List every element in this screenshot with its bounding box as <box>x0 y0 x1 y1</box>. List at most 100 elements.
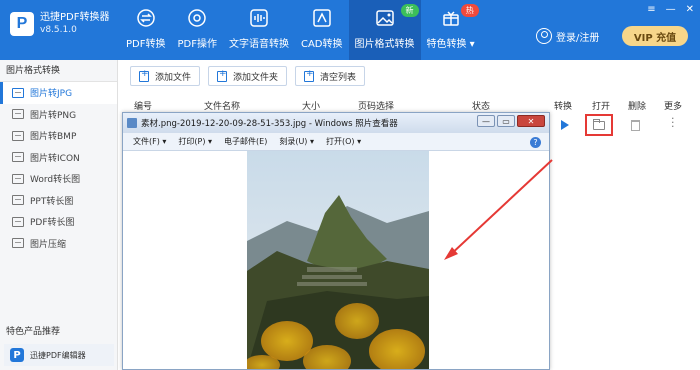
sidebar-item-compress[interactable]: 图片压缩 <box>0 233 117 255</box>
col-page-select: 页码选择 <box>358 102 395 112</box>
menu-open[interactable]: 打开(O) ▾ <box>326 136 361 147</box>
nav-label: 文字语音转换 <box>228 39 289 50</box>
top-bar: P 迅捷PDF转换器 v8.5.1.0 PDF转换 PDF操作 文字语音转换 C… <box>0 0 700 60</box>
sidebar-item-label: 图片转ICON <box>30 153 80 164</box>
more-icon[interactable]: · · · <box>671 113 675 132</box>
nav-text-speech[interactable]: 文字语音转换 <box>223 0 295 60</box>
app-logo-icon: P <box>10 12 34 36</box>
minimize-icon[interactable]: — <box>666 4 676 15</box>
vip-recharge-button[interactable]: VIP 充值 <box>622 26 688 46</box>
sidebar-title: 图片格式转换 <box>0 60 117 82</box>
clear-list-button[interactable]: 清空列表 <box>295 66 366 86</box>
menu-burn[interactable]: 刻录(U) ▾ <box>279 136 314 147</box>
sidebar: 图片格式转换 图片转JPG 图片转PNG 图片转BMP 图片转ICON Word… <box>0 60 118 370</box>
col-delete: 删除 <box>628 102 647 112</box>
sidebar-item-label: 图片转PNG <box>30 110 77 121</box>
image-icon <box>374 7 396 29</box>
nav-image-convert[interactable]: 新 图片格式转换 <box>348 0 421 60</box>
sidebar-item-bmp[interactable]: 图片转BMP <box>0 125 117 147</box>
image-file-icon <box>12 152 24 163</box>
nav-label: PDF转换 <box>126 39 166 50</box>
sidebar-item-pdf-long[interactable]: PDF转长图 <box>0 211 117 233</box>
help-icon[interactable]: ? <box>530 137 541 148</box>
add-folder-button[interactable]: 添加文件夹 <box>208 66 288 86</box>
login-button[interactable]: 登录/注册 <box>536 28 599 44</box>
nav-label: PDF操作 <box>177 39 217 50</box>
nav-special-convert[interactable]: 热 特色转换 ▾ <box>421 0 481 60</box>
sidebar-item-label: 图片转BMP <box>30 132 77 143</box>
viewer-menubar: 文件(F) ▾ 打印(P) ▾ 电子邮件(E) 刻录(U) ▾ 打开(O) ▾ <box>123 133 549 151</box>
clear-list-label: 清空列表 <box>320 72 357 83</box>
viewer-titlebar[interactable]: 素材.png-2019-12-20-09-28-51-353.jpg - Win… <box>123 113 549 133</box>
file-toolbar: 添加文件 添加文件夹 清空列表 <box>130 66 366 86</box>
menu-icon[interactable]: ≡ <box>647 4 655 15</box>
col-size: 大小 <box>302 102 321 112</box>
nav-label: CAD转换 <box>300 39 343 50</box>
image-file-icon <box>12 87 24 98</box>
add-file-icon <box>139 69 149 82</box>
add-folder-label: 添加文件夹 <box>233 72 279 83</box>
feature-title: 特色产品推荐 <box>6 327 61 337</box>
nav-label: 特色转换 ▾ <box>426 39 475 50</box>
sidebar-item-ppt-long[interactable]: PPT转长图 <box>0 190 117 212</box>
image-file-icon <box>12 109 24 120</box>
window-controls: ≡ — ✕ <box>647 4 694 15</box>
trash-icon <box>304 69 315 82</box>
sidebar-item-word-long[interactable]: Word转长图 <box>0 168 117 190</box>
nav-cad-convert[interactable]: CAD转换 <box>295 0 349 60</box>
gift-icon <box>440 7 462 29</box>
main-nav: PDF转换 PDF操作 文字语音转换 CAD转换 新 图片格式转换 热 特色转换… <box>120 0 481 60</box>
open-folder-button[interactable] <box>585 114 613 136</box>
close-icon[interactable]: ✕ <box>686 4 694 15</box>
user-icon <box>536 28 552 44</box>
viewer-window-controls: — ▭ ✕ <box>477 115 545 127</box>
nav-pdf-convert[interactable]: PDF转换 <box>120 0 171 60</box>
pdf-editor-logo-icon: P <box>10 348 24 362</box>
app-name: 迅捷PDF转换器 <box>40 12 110 23</box>
file-table-header: 编号 文件名称 大小 页码选择 状态 转换 打开 删除 更多 <box>120 97 700 113</box>
viewer-maximize-button[interactable]: ▭ <box>497 115 515 127</box>
cad-icon <box>311 7 333 29</box>
folder-icon <box>593 118 605 130</box>
viewer-title: 素材.png-2019-12-20-09-28-51-353.jpg - Win… <box>141 119 398 129</box>
document-icon <box>12 173 24 184</box>
sidebar-item-icon[interactable]: 图片转ICON <box>0 147 117 169</box>
col-more: 更多 <box>664 102 683 112</box>
menu-file[interactable]: 文件(F) ▾ <box>133 136 166 147</box>
add-folder-icon <box>217 69 228 82</box>
hot-badge: 热 <box>460 4 479 17</box>
sidebar-item-label: Word转长图 <box>30 175 81 186</box>
play-icon[interactable] <box>561 120 569 130</box>
product-label: 迅捷PDF编辑器 <box>30 350 86 360</box>
photo-viewer-window: 素材.png-2019-12-20-09-28-51-353.jpg - Win… <box>122 112 550 370</box>
nav-label: 图片格式转换 <box>354 39 415 50</box>
trash-icon[interactable] <box>631 120 640 131</box>
viewer-minimize-button[interactable]: — <box>477 115 495 127</box>
menu-print[interactable]: 打印(P) ▾ <box>178 136 212 147</box>
product-promo[interactable]: P 迅捷PDF编辑器 <box>4 344 114 366</box>
settings-icon <box>186 7 208 29</box>
nav-pdf-operate[interactable]: PDF操作 <box>171 0 222 60</box>
sidebar-item-label: PPT转长图 <box>30 196 74 207</box>
landscape-photo <box>247 151 429 369</box>
compress-icon <box>12 238 24 249</box>
col-open: 打开 <box>592 102 611 112</box>
col-index: 编号 <box>134 102 153 112</box>
app-version: v8.5.1.0 <box>40 25 77 35</box>
add-file-label: 添加文件 <box>155 72 192 83</box>
add-file-button[interactable]: 添加文件 <box>130 66 201 86</box>
sidebar-item-png[interactable]: 图片转PNG <box>0 104 117 126</box>
col-filename: 文件名称 <box>204 102 241 112</box>
viewer-close-button[interactable]: ✕ <box>517 115 545 127</box>
sidebar-item-label: 图片压缩 <box>30 239 67 250</box>
audio-wave-icon <box>248 7 270 29</box>
document-icon <box>12 216 24 227</box>
menu-email[interactable]: 电子邮件(E) <box>224 136 267 147</box>
login-label: 登录/注册 <box>556 32 600 44</box>
sidebar-item-jpg[interactable]: 图片转JPG <box>0 82 117 104</box>
sidebar-item-label: PDF转长图 <box>30 218 75 229</box>
image-file-icon <box>12 130 24 141</box>
col-convert: 转换 <box>554 102 573 112</box>
brand: P 迅捷PDF转换器 v8.5.1.0 <box>10 12 109 36</box>
viewer-canvas <box>123 151 549 369</box>
